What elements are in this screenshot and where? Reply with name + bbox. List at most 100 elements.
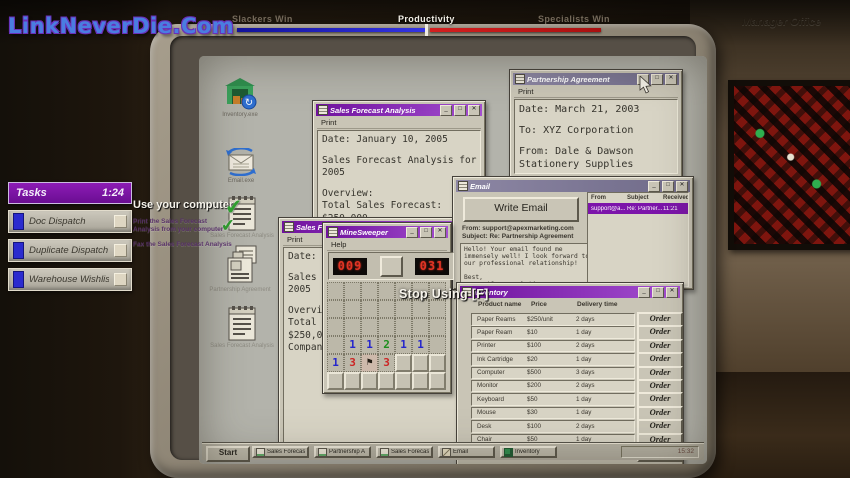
titlebar[interactable]: Inventory _ □ ✕ [460, 286, 680, 298]
hidden-cell[interactable] [344, 372, 361, 390]
hidden-cell[interactable] [395, 372, 412, 390]
task-item[interactable]: Duplicate Dispatch [8, 239, 132, 262]
row-info: Monitor$2002 days [471, 380, 635, 393]
revealed-cell[interactable] [378, 318, 395, 336]
number-cell[interactable]: 2 [378, 336, 395, 354]
number-cell[interactable]: 1 [361, 336, 378, 354]
close-button[interactable]: ✕ [434, 227, 446, 238]
revealed-cell[interactable] [395, 318, 412, 336]
start-button[interactable]: Start [206, 446, 250, 462]
task-item[interactable]: Warehouse Wishlist [8, 268, 132, 291]
maximize-button[interactable]: □ [652, 287, 664, 298]
tasks-header: Tasks 1:24 [8, 182, 132, 204]
menu-print[interactable]: Print [514, 87, 678, 98]
hidden-cell[interactable] [327, 372, 344, 390]
titlebar[interactable]: Email _ □ ✕ [456, 180, 690, 192]
flag-cell[interactable]: ⚑ [361, 354, 378, 372]
taskbar-window-button[interactable]: Email [438, 446, 495, 458]
objective-step: Fax the Sales Forecast Analysis [133, 241, 233, 249]
checkmark-icon: ✔ [224, 194, 243, 220]
revealed-cell[interactable] [327, 282, 344, 300]
revealed-cell[interactable] [361, 300, 378, 318]
table-row: Computer$5003 daysOrder [457, 366, 683, 379]
mine-counter: 009 [333, 258, 367, 275]
task-label: Doc Dispatch [29, 216, 109, 227]
document-line [322, 147, 476, 155]
hidden-cell[interactable] [395, 354, 412, 372]
revealed-cell[interactable] [327, 336, 344, 354]
menu-help[interactable]: Help [327, 240, 447, 251]
number-cell[interactable]: 1 [412, 336, 429, 354]
revealed-cell[interactable] [327, 318, 344, 336]
revealed-cell[interactable] [344, 300, 361, 318]
minimize-button[interactable]: _ [638, 287, 650, 298]
task-checkbox[interactable] [114, 244, 127, 257]
number-cell[interactable]: 1 [395, 336, 412, 354]
revealed-cell[interactable] [361, 318, 378, 336]
taskbar-window-button[interactable]: Sales Forecas [376, 446, 433, 458]
hidden-cell[interactable] [412, 372, 429, 390]
close-button[interactable]: ✕ [468, 105, 480, 116]
close-button[interactable]: ✕ [666, 287, 678, 298]
number-cell[interactable]: 3 [344, 354, 361, 372]
revealed-cell[interactable] [327, 300, 344, 318]
table-row: Keyboard$501 dayOrder [457, 392, 683, 405]
hidden-cell[interactable] [429, 372, 446, 390]
stop-using-prompt: Stop Using [F] [399, 287, 489, 301]
product-delivery: 2 days [576, 423, 595, 430]
task-checkbox[interactable] [114, 215, 127, 228]
desktop-icon-email[interactable] [225, 148, 257, 181]
maximize-button[interactable]: □ [420, 227, 432, 238]
desktop-icon-partnership[interactable] [225, 244, 259, 291]
task-label: Duplicate Dispatch [29, 245, 109, 256]
revealed-cell[interactable] [429, 336, 446, 354]
task-item[interactable]: Doc Dispatch [8, 210, 132, 233]
titlebar[interactable]: Partnership Agreement _ □ ✕ [513, 73, 679, 85]
maximize-button[interactable]: □ [662, 181, 674, 192]
number-cell[interactable]: 1 [344, 336, 361, 354]
close-button[interactable]: ✕ [676, 181, 688, 192]
maximize-button[interactable]: □ [454, 105, 466, 116]
taskbar-window-button[interactable]: Sales Forecas [252, 446, 309, 458]
desktop-icon-inventory[interactable]: ↻ [223, 76, 257, 115]
minesweeper-counter-panel: 009 031 [328, 252, 454, 280]
minimize-button[interactable]: _ [648, 181, 660, 192]
revealed-cell[interactable] [395, 300, 412, 318]
number-cell[interactable]: 3 [378, 354, 395, 372]
taskbar-button-label: Email [453, 449, 468, 455]
close-button[interactable]: ✕ [665, 74, 677, 85]
revealed-cell[interactable] [344, 282, 361, 300]
write-email-button[interactable]: Write Email [463, 197, 579, 222]
taskbar-window-button[interactable]: Partnership A [314, 446, 371, 458]
minimize-button[interactable]: _ [440, 105, 452, 116]
hidden-cell[interactable] [378, 372, 395, 390]
minimize-button[interactable]: _ [406, 227, 418, 238]
revealed-cell[interactable] [378, 282, 395, 300]
hidden-cell[interactable] [429, 354, 446, 372]
revealed-cell[interactable] [412, 300, 429, 318]
desktop-icon-sales-forecast-2[interactable] [227, 304, 257, 347]
email-list-headers: From Subject Received [588, 193, 688, 203]
task-checkbox[interactable] [114, 273, 127, 286]
smiley-button[interactable] [380, 256, 403, 277]
titlebar[interactable]: MineSweeper _ □ ✕ [326, 226, 448, 238]
email-body-line [464, 267, 588, 274]
taskbar-buttons: Sales Forecas Partnership A Sales Forecas E… [252, 446, 557, 458]
revealed-cell[interactable] [378, 300, 395, 318]
revealed-cell[interactable] [361, 282, 378, 300]
revealed-cell[interactable] [429, 300, 446, 318]
taskbar-window-button[interactable]: Inventory [500, 446, 557, 458]
number-cell[interactable]: 1 [327, 354, 344, 372]
titlebar[interactable]: Sales Forecast Analysis _ □ ✕ [316, 104, 482, 116]
hidden-cell[interactable] [412, 354, 429, 372]
menu-print[interactable]: Print [317, 118, 481, 129]
product-price: $500 [527, 369, 541, 376]
revealed-cell[interactable] [344, 318, 361, 336]
window-email: Email _ □ ✕ Write Email From: support@ap… [452, 176, 694, 290]
hidden-cell[interactable] [361, 372, 378, 390]
email-list-row[interactable]: support@a...Re: Partner...11:21 [588, 203, 688, 214]
email-body-line: immensely well! I look forward to [464, 253, 588, 260]
revealed-cell[interactable] [412, 318, 429, 336]
revealed-cell[interactable] [429, 318, 446, 336]
document-icon [380, 448, 389, 457]
